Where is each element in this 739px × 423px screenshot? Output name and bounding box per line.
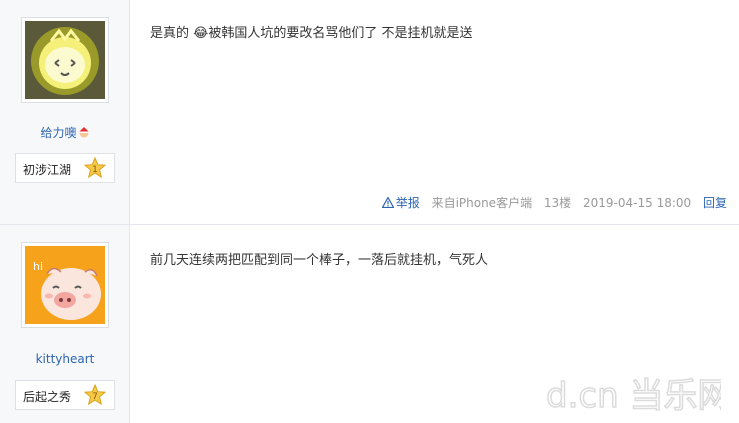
- level-badge[interactable]: 初涉江湖 1: [15, 153, 115, 183]
- dcn-watermark-logo: d.cn 当乐网: [546, 375, 721, 415]
- author-sidebar: 给力噢 初涉江湖 1: [0, 0, 130, 224]
- level-star-icon: 7: [84, 384, 106, 406]
- author-name-text[interactable]: 给力噢: [40, 126, 76, 140]
- level-name: 初涉江湖: [23, 163, 72, 177]
- report-link[interactable]: 举报: [381, 196, 420, 210]
- avatar-image: hi: [25, 246, 105, 324]
- author-avatar[interactable]: [21, 17, 109, 103]
- level-name: 后起之秀: [23, 390, 72, 404]
- watermark-text: d.cn 当乐网: [546, 376, 721, 415]
- author-avatar[interactable]: hi: [21, 242, 109, 328]
- author-name[interactable]: 给力噢: [0, 124, 130, 141]
- post-floor: 13楼: [543, 196, 572, 210]
- author-name[interactable]: kittyheart: [0, 352, 130, 366]
- report-label: 举报: [395, 196, 420, 210]
- post-tail: 举报 来自iPhone客户端 13楼 2019-04-15 18:00 回复: [381, 194, 727, 211]
- santa-hat-icon: [78, 127, 89, 138]
- post-source: 来自iPhone客户端: [431, 196, 533, 210]
- post-content: 是真的 😂被韩国人坑的要改名骂他们了 不是挂机就是送: [150, 26, 473, 41]
- reply-link[interactable]: 回复: [703, 196, 727, 210]
- warning-icon: [381, 197, 394, 208]
- level-number: 7: [92, 392, 98, 402]
- level-star-icon: 1: [84, 157, 106, 179]
- avatar-image: [25, 21, 105, 99]
- author-sidebar: hi kittyheart 后起之秀 7: [0, 225, 130, 423]
- post-floor-13: 给力噢 初涉江湖 1 是真的 😂被韩国人坑的要改名骂他们了 不是挂机就是送 举报…: [0, 0, 739, 225]
- post-time: 2019-04-15 18:00: [583, 196, 692, 210]
- level-number: 1: [92, 165, 98, 175]
- level-badge[interactable]: 后起之秀 7: [15, 380, 115, 410]
- post-content: 前几天连续两把匹配到同一个棒子，一落后就挂机，气死人: [150, 253, 489, 268]
- svg-text:hi: hi: [33, 260, 43, 273]
